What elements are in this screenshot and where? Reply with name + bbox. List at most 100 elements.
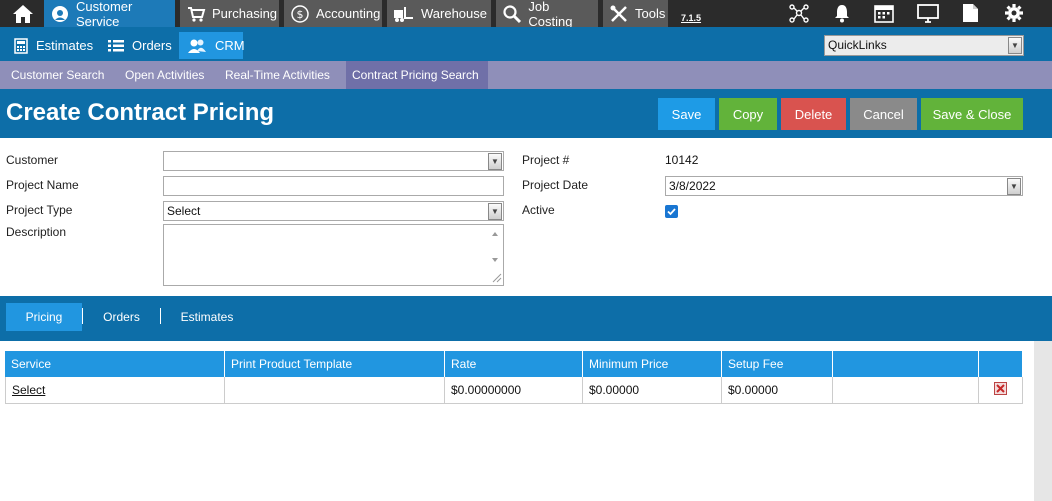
column-header-setup-fee[interactable]: Setup Fee [722, 351, 833, 377]
active-checkbox[interactable] [665, 205, 678, 218]
project-date-select[interactable]: 3/8/2022 ▼ [665, 176, 1023, 196]
textarea-scrollbar[interactable] [488, 226, 502, 284]
description-label: Description [6, 225, 67, 239]
column-header-print-product-template[interactable]: Print Product Template [225, 351, 445, 377]
copy-button[interactable]: Copy [719, 98, 777, 130]
module-label: Accounting [316, 6, 381, 21]
tab-label: Contract Pricing Search [352, 68, 479, 82]
tab-orders[interactable]: Orders [88, 303, 155, 331]
delete-button[interactable]: Delete [781, 98, 846, 130]
tab-label: Customer Search [11, 68, 105, 82]
home-button[interactable] [6, 2, 40, 25]
tab-label: Estimates [180, 310, 234, 324]
table-row-empty-cell [833, 377, 979, 404]
dollar-icon: $ [290, 4, 310, 24]
module-purchasing[interactable]: Purchasing [180, 0, 279, 27]
table-row-template-cell[interactable] [225, 377, 445, 404]
monitor-icon[interactable] [916, 2, 940, 24]
tab-open-activities[interactable]: Open Activities [119, 61, 210, 89]
description-textarea[interactable] [163, 224, 504, 286]
gear-icon[interactable] [1002, 2, 1026, 24]
document-icon[interactable] [958, 2, 982, 24]
delete-row-icon[interactable] [994, 382, 1007, 398]
page-title: Create Contract Pricing [6, 99, 275, 126]
table-row-rate-cell[interactable]: $0.00000000 [445, 377, 583, 404]
module-warehouse[interactable]: Warehouse [387, 0, 491, 27]
module-customer-service[interactable]: Customer Service [44, 0, 175, 29]
chevron-down-icon: ▼ [488, 203, 502, 220]
customer-label: Customer [6, 153, 59, 167]
tab-label: Real-Time Activities [225, 68, 330, 82]
table-row-service-cell: Select [5, 377, 225, 404]
service-select-link[interactable]: Select [12, 383, 45, 397]
tab-divider [82, 308, 83, 324]
cancel-button[interactable]: Cancel [850, 98, 917, 130]
project-name-label: Project Name [6, 178, 79, 192]
module-tools[interactable]: Tools [603, 0, 668, 27]
module-label: Customer Service [76, 0, 133, 29]
tab-customer-search[interactable]: Customer Search [5, 61, 110, 89]
table-row-actions-cell [979, 377, 1023, 404]
tab-label: Open Activities [125, 68, 205, 82]
headset-icon [50, 4, 70, 24]
project-type-select[interactable]: Select ▼ [163, 201, 504, 221]
calendar-icon[interactable] [872, 2, 896, 24]
subnav-label: Orders [132, 38, 172, 53]
project-date-label: Project Date [522, 178, 589, 192]
subnav-crm[interactable]: CRM [179, 32, 245, 59]
column-header-rate[interactable]: Rate [445, 351, 583, 377]
module-job-costing[interactable]: Job Costing [496, 0, 598, 29]
tab-estimates[interactable]: Estimates [170, 303, 244, 331]
active-label: Active [522, 203, 555, 217]
tab-label: Pricing [25, 310, 63, 324]
people-icon [187, 38, 207, 54]
tab-label: Orders [103, 310, 140, 324]
project-number-label: Project # [522, 153, 570, 167]
column-header-empty [833, 351, 979, 377]
cart-icon [186, 4, 206, 24]
column-header-minimum-price[interactable]: Minimum Price [583, 351, 722, 377]
subnav-label: Estimates [36, 38, 94, 53]
page-scrollbar[interactable] [1034, 341, 1052, 501]
module-label: Warehouse [421, 6, 487, 21]
customer-select[interactable]: ▼ [163, 151, 504, 171]
bell-icon[interactable] [830, 2, 854, 24]
check-icon [667, 208, 676, 216]
subnav-orders[interactable]: Orders [100, 32, 180, 59]
chevron-down-icon: ▼ [1007, 178, 1021, 195]
project-name-input[interactable] [163, 176, 504, 196]
svg-text:$: $ [297, 8, 304, 21]
tools-icon [609, 4, 629, 24]
calculator-icon [14, 37, 28, 54]
project-date-value: 3/8/2022 [669, 179, 716, 193]
table-row-setup-fee-cell[interactable]: $0.00000 [722, 377, 833, 404]
table-row-minimum-price-cell[interactable]: $0.00000 [583, 377, 722, 404]
tab-divider [160, 308, 161, 324]
quicklinks-select[interactable]: QuickLinks ▼ [824, 35, 1024, 56]
forklift-icon [393, 4, 415, 24]
project-type-value: Select [167, 204, 201, 218]
module-label: Tools [635, 6, 666, 21]
tab-real-time-activities[interactable]: Real-Time Activities [219, 61, 336, 89]
subnav-estimates[interactable]: Estimates [6, 32, 101, 59]
save-button[interactable]: Save [658, 98, 715, 130]
tab-pricing[interactable]: Pricing [6, 303, 82, 331]
tab-contract-pricing-search[interactable]: Contract Pricing Search [346, 61, 488, 89]
chevron-down-icon: ▼ [1008, 37, 1022, 54]
list-icon [108, 39, 124, 53]
magnifier-icon [502, 4, 522, 24]
module-accounting[interactable]: $ Accounting [284, 0, 382, 27]
column-header-service[interactable]: Service [5, 351, 225, 377]
network-icon[interactable] [787, 2, 811, 24]
save-and-close-button[interactable]: Save & Close [921, 98, 1023, 130]
quicklinks-value: QuickLinks [828, 38, 887, 52]
subnav-label: CRM [215, 38, 245, 53]
chevron-down-icon: ▼ [488, 153, 502, 170]
version-link[interactable]: 7.1.5 [681, 13, 701, 23]
project-number-value: 10142 [665, 153, 699, 167]
module-label: Purchasing [212, 6, 278, 21]
project-type-label: Project Type [6, 203, 73, 217]
column-header-actions [979, 351, 1023, 377]
module-label: Job Costing [528, 0, 573, 29]
home-icon [13, 4, 33, 23]
